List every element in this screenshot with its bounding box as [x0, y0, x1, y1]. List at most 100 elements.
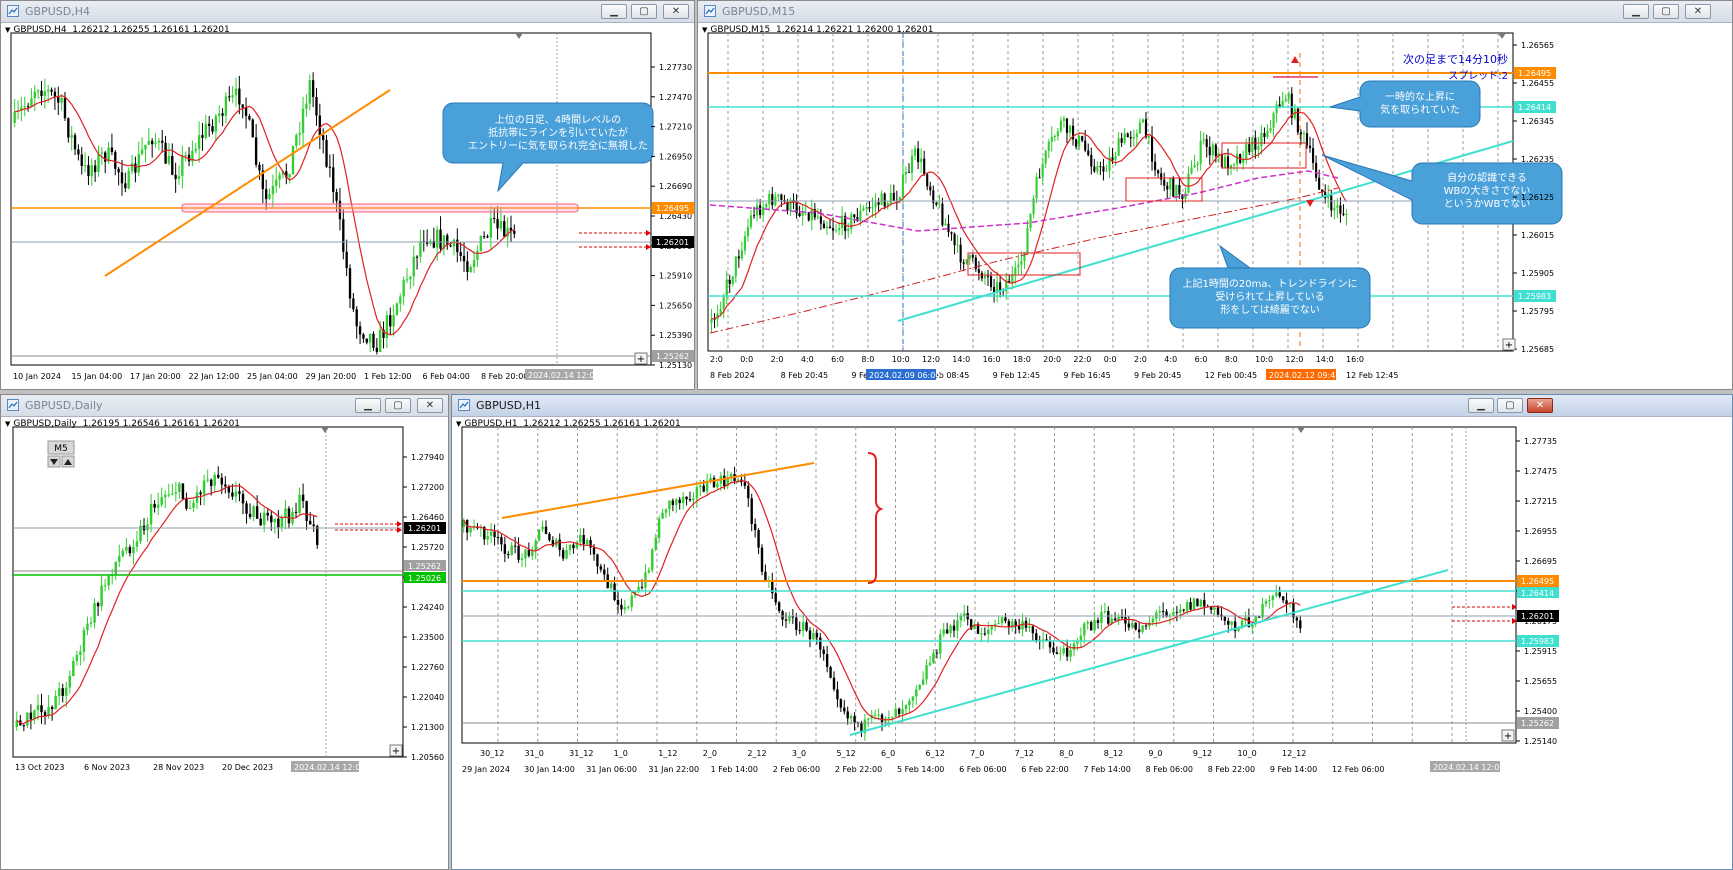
candles [15, 466, 319, 732]
price-tick-label: 1.25390 [659, 331, 692, 340]
candle-body [750, 498, 753, 524]
candle-body [174, 174, 177, 179]
maximize-button[interactable]: ▢ [1497, 398, 1523, 413]
triangle-down-icon[interactable]: ▼ [5, 420, 10, 428]
close-button[interactable]: ✕ [417, 398, 443, 413]
candle-body [220, 477, 224, 485]
candle-body [850, 214, 853, 229]
candle-body [252, 506, 255, 517]
time-axis[interactable]: 10 Jan 2024 15 Jan 04:00 17 Jan 20:00 22 Ja… [13, 372, 528, 381]
candle-body [500, 537, 503, 545]
day-label: 30_12 [480, 749, 504, 758]
callout-text: 形をしては綺麗でない [1220, 303, 1320, 316]
price-tick-label: 1.26460 [411, 513, 444, 522]
triangle-down-icon[interactable]: ▼ [456, 420, 461, 428]
price-tick-label: 1.25915 [1524, 647, 1557, 656]
candle-body [1158, 610, 1161, 613]
close-button[interactable]: ✕ [1685, 4, 1711, 19]
chart-window-m15[interactable]: GBPUSD,M15 ▁ ▢ ✕ 一時的な上昇に 気を取られていた 自分の認識で… [697, 0, 1733, 390]
callout-bubble [1329, 80, 1481, 128]
title-bar[interactable]: GBPUSD,M15 ▁ ▢ ✕ [698, 1, 1732, 23]
minimize-button[interactable]: ▁ [601, 4, 627, 19]
candle-body [348, 268, 352, 299]
candle-body [1144, 625, 1148, 627]
candle-body [723, 475, 726, 487]
candle-body [968, 254, 971, 260]
hour-label: 4:0 [1164, 355, 1177, 364]
candle-body [867, 718, 870, 720]
candle-body [894, 708, 897, 717]
candle-body [749, 215, 753, 227]
chart-window-h1[interactable]: GBPUSD,H1 ▁ ▢ ✕ 1.27735 1.27475 1.27215 … [451, 394, 1733, 870]
maximize-icon: ▢ [393, 400, 403, 411]
bar-countdown: 次の足まで14分10秒 [1403, 52, 1508, 66]
candle-body [572, 544, 575, 549]
shift-marker-icon[interactable] [1498, 33, 1506, 39]
shift-marker-icon[interactable] [321, 427, 329, 433]
candle-body [47, 89, 50, 92]
candle-body [244, 107, 248, 116]
range-brace[interactable] [867, 452, 884, 584]
price-axis[interactable]: 1.279401.272001.264601.257201.249801.242… [403, 453, 444, 762]
minimize-button[interactable]: ▁ [1623, 4, 1649, 19]
chart-window-h4[interactable]: GBPUSD,H4 ▁ ▢ ✕ 上位の日足、4時間レベルの 抵抗帯にラインを引い… [0, 0, 695, 390]
chart-window-daily[interactable]: GBPUSD,Daily ▁ ▢ ✕ M5 1.27940 1.27200 1.… [0, 394, 449, 870]
time-axis[interactable]: 29 Jan 2024 30 Jan 14:00 31 Jan 06:00 31 Ja… [462, 765, 1384, 774]
chart-area[interactable]: 上位の日足、4時間レベルの 抵抗帯にラインを引いていたが エントリーに気を取られ… [1, 23, 694, 389]
title-bar[interactable]: GBPUSD,H1 ▁ ▢ ✕ [452, 395, 1732, 417]
candle-body [892, 192, 895, 201]
candle-body [1226, 156, 1230, 169]
trend-line-orange[interactable] [501, 462, 815, 519]
title-bar[interactable]: GBPUSD,Daily ▁ ▢ ✕ [1, 395, 448, 417]
candle-body [1093, 166, 1096, 172]
candle-body [1205, 139, 1208, 147]
candle-body [262, 512, 266, 526]
arrow-right-icon [646, 230, 651, 236]
candle-body [40, 705, 43, 713]
candle-body [558, 539, 561, 550]
highlight-box[interactable] [1221, 142, 1307, 169]
time-axis[interactable]: 13 Oct 2023 6 Nov 2023 28 Nov 2023 20 Dec 2… [15, 763, 339, 772]
hour-label: 14:0 [952, 355, 970, 364]
shift-marker-icon[interactable] [515, 33, 523, 39]
chart-area[interactable]: 一時的な上昇に 気を取られていた 自分の認識できる WBの大きさでない というか… [698, 23, 1732, 389]
candle-body [897, 708, 901, 714]
close-button[interactable]: ✕ [663, 4, 689, 19]
candle-body [1281, 596, 1285, 601]
candle-body [599, 566, 603, 570]
candle-body [1041, 163, 1044, 178]
candle-body [1187, 173, 1190, 193]
day-label: 7_0 [970, 749, 984, 758]
hour-label: 14:0 [1316, 355, 1334, 364]
callout-text: というかWBでない [1444, 198, 1531, 210]
candle-body [815, 633, 819, 638]
candle-body [801, 212, 804, 216]
candle-body [188, 507, 192, 509]
candle-body [980, 633, 983, 635]
chart-area[interactable]: M5 1.279401.272001.264601.257201.249801.… [1, 417, 448, 869]
day-label: 3_0 [792, 749, 806, 758]
triangle-down-icon[interactable]: ▼ [5, 26, 10, 34]
maximize-button[interactable]: ▢ [1653, 4, 1679, 19]
minimize-button[interactable]: ▁ [1468, 398, 1494, 413]
title-bar[interactable]: GBPUSD,H4 ▁ ▢ ✕ [1, 1, 694, 23]
chart-area[interactable]: 1.27735 1.27475 1.27215 1.26955 1.26695 1.264… [452, 417, 1732, 869]
candle-body [728, 279, 731, 285]
candle-body [1144, 119, 1148, 137]
minimize-button[interactable]: ▁ [355, 398, 381, 413]
candle-body [149, 503, 153, 525]
resistance-zone[interactable] [181, 203, 579, 213]
price-label-gray-text: 1.25262 [408, 562, 441, 571]
candle-body [843, 707, 846, 712]
candle-body [835, 230, 838, 232]
close-button[interactable]: ✕ [1527, 398, 1553, 413]
candle-body [822, 649, 825, 655]
price-axis[interactable]: 1.27730 1.27470 1.27210 1.26950 1.26690 1.264… [651, 63, 692, 370]
triangle-down-icon[interactable]: ▼ [702, 26, 707, 34]
candle-body [1214, 144, 1217, 157]
maximize-button[interactable]: ▢ [385, 398, 411, 413]
maximize-button[interactable]: ▢ [631, 4, 657, 19]
plus-icon: + [637, 354, 645, 365]
candle-body [527, 549, 531, 556]
shift-marker-icon[interactable] [1297, 427, 1305, 433]
